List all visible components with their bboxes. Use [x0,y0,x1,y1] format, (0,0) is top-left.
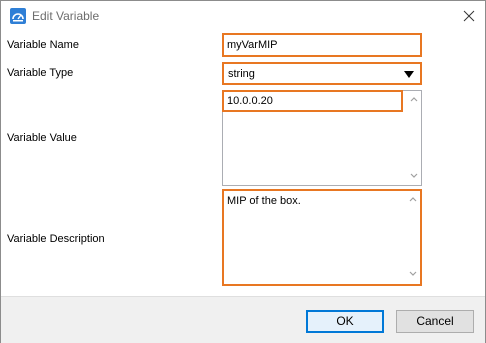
variable-value-label: Variable Value [7,132,77,144]
scroll-down-icon[interactable] [410,173,418,179]
variable-name-value: myVarMIP [227,39,278,51]
close-icon [463,10,475,22]
scroll-up-icon[interactable] [410,96,418,102]
dashboard-app-icon [10,8,26,24]
window-title: Edit Variable [32,9,100,23]
variable-description-label: Variable Description [7,233,105,245]
dialog-footer: OK Cancel [1,296,485,343]
variable-type-select[interactable]: string [222,62,422,85]
variable-value-highlight: 10.0.0.20 [222,90,403,112]
variable-name-label: Variable Name [7,39,79,51]
title-bar: Edit Variable [1,1,485,31]
cancel-button[interactable]: Cancel [396,310,474,333]
ok-button[interactable]: OK [306,310,384,333]
variable-description-textarea[interactable]: MIP of the box. [222,189,422,286]
scroll-up-icon[interactable] [409,196,417,202]
variable-value-text: 10.0.0.20 [227,95,273,107]
close-button[interactable] [457,5,481,27]
variable-type-label: Variable Type [7,67,74,79]
description-scrollbar[interactable] [406,191,420,284]
value-scrollbar[interactable] [407,91,421,185]
variable-description-text: MIP of the box. [227,195,301,207]
variable-name-input[interactable]: myVarMIP [222,33,422,57]
edit-variable-dialog: Edit Variable Variable Name myVarMIP Var… [0,0,486,343]
scroll-down-icon[interactable] [409,271,417,277]
variable-type-value: string [228,68,255,80]
chevron-down-icon [404,71,414,78]
